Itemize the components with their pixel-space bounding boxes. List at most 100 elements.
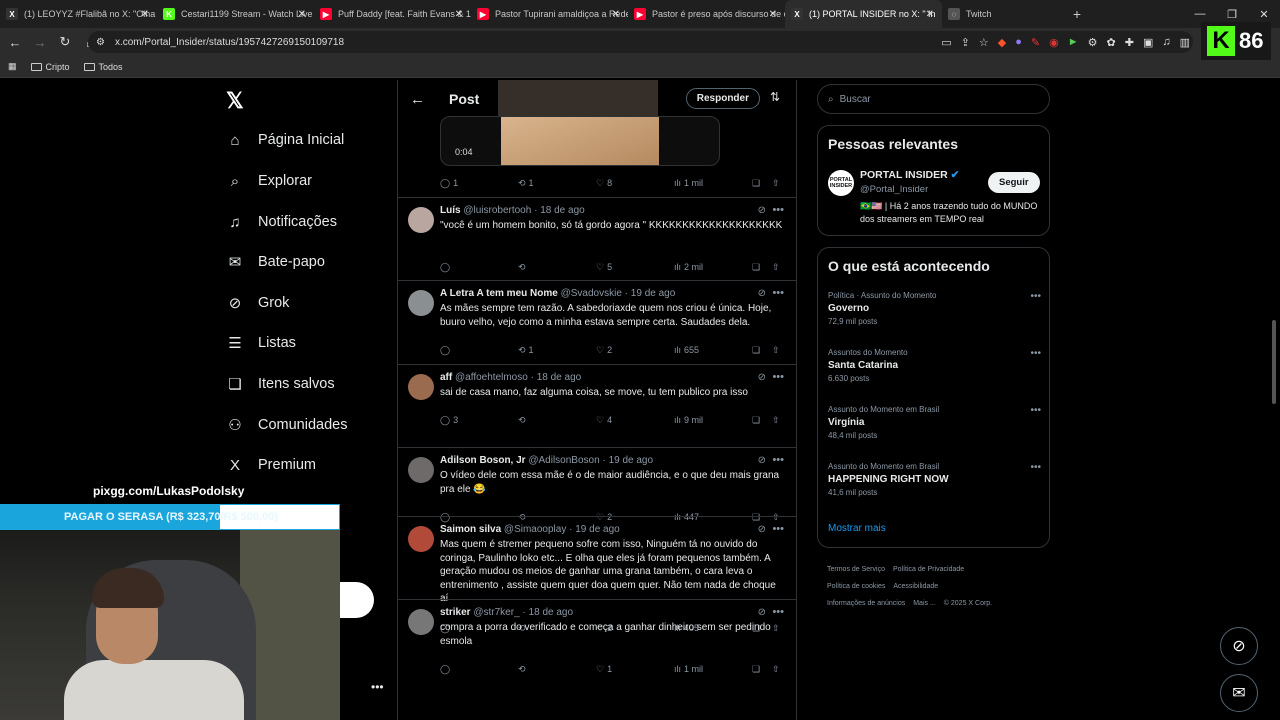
reply-action[interactable]: ◯ — [440, 345, 453, 356]
like-action[interactable]: ♡ 2 — [596, 345, 612, 356]
video-player[interactable]: 0:04 — [440, 116, 720, 166]
tab-close-icon[interactable]: ✕ — [141, 9, 149, 20]
more-icon[interactable]: ••• — [1030, 348, 1041, 359]
reload-icon[interactable]: ↻ — [55, 34, 75, 50]
footer-link[interactable]: Mais ... — [913, 600, 936, 607]
nav-chat[interactable]: ✉ Bate-papo — [226, 253, 325, 271]
repost-action[interactable]: ⟲ — [518, 262, 529, 273]
reply-action[interactable]: ◯ 1 — [440, 178, 458, 189]
cast-icon[interactable]: ▭ — [941, 36, 951, 49]
bookmark-folder[interactable]: Todos — [83, 62, 123, 72]
bookmark-icon[interactable]: ❏ — [752, 345, 760, 356]
extension-icon[interactable]: ◉ — [1049, 36, 1059, 49]
browser-tab[interactable]: ▶ Puff Daddy [feat. Faith Evans & 112] ✕ — [314, 0, 471, 28]
tab-close-icon[interactable]: ✕ — [455, 9, 463, 20]
nav-communities[interactable]: ⚇ Comunidades — [226, 416, 347, 434]
grok-icon[interactable]: ⊘ — [758, 205, 766, 216]
author-name[interactable]: Saimon silva — [440, 524, 501, 535]
bookmark-icon[interactable]: ❏ — [752, 664, 760, 675]
tweet-date[interactable]: 19 de ago — [575, 524, 620, 535]
browser-tab[interactable]: ◌ Twitch — [942, 0, 1062, 28]
nav-lists[interactable]: ☰ Listas — [226, 334, 296, 352]
music-icon[interactable]: ♫ — [1162, 36, 1170, 48]
more-icon[interactable]: ••• — [772, 204, 784, 216]
puzzle-icon[interactable]: ✚ — [1125, 36, 1134, 49]
views-action[interactable]: ılı 9 mil — [674, 415, 703, 425]
avatar[interactable] — [408, 207, 434, 233]
reply-tweet[interactable]: Adilson Boson, Jr @AdilsonBoson · 19 de … — [398, 447, 796, 522]
extension-icon[interactable]: ✎ — [1031, 36, 1040, 49]
share-icon[interactable]: ⇧ — [772, 664, 780, 675]
repost-action[interactable]: ⟲ 1 — [518, 178, 534, 189]
nav-grok[interactable]: ⊘ Grok — [226, 294, 290, 312]
x-logo[interactable]: 𝕏 — [226, 88, 244, 114]
views-action[interactable]: ılı 1 mil — [674, 664, 703, 674]
more-icon[interactable]: ••• — [772, 523, 784, 535]
extension-icon[interactable]: ► — [1068, 36, 1079, 48]
more-icon[interactable]: ••• — [1030, 291, 1041, 302]
author-name[interactable]: aff — [440, 372, 452, 383]
avatar[interactable] — [408, 609, 434, 635]
repost-action[interactable]: ⟲ — [518, 415, 529, 426]
tab-close-icon[interactable]: ✕ — [298, 9, 306, 20]
like-action[interactable]: ♡ 8 — [596, 178, 612, 189]
trend-item[interactable]: Assuntos do Momento Santa Catarina 6.630 p… — [828, 348, 1043, 383]
reply-action[interactable]: ◯ 3 — [440, 415, 458, 426]
extension-icon[interactable]: ⚙ — [1088, 36, 1098, 49]
views-action[interactable]: ılı 1 mil — [674, 178, 703, 188]
bookmark-icon[interactable]: ❏ — [752, 415, 760, 426]
follow-button[interactable]: Seguir — [988, 172, 1040, 193]
browser-tab[interactable]: X (1) LEOYYZ #Flalibã no X: "Olha esse✕ — [0, 0, 157, 28]
bookmark-icon[interactable]: ❏ — [752, 178, 760, 189]
close-window-icon[interactable]: ✕ — [1248, 8, 1280, 21]
tweet-date[interactable]: 18 de ago — [529, 607, 574, 618]
nav-explore[interactable]: ⌕ Explorar — [226, 172, 312, 190]
repost-action[interactable]: ⟲ — [518, 664, 529, 675]
grok-icon[interactable]: ⊘ — [758, 607, 766, 618]
author-name[interactable]: A Letra A tem meu Nome — [440, 288, 558, 299]
grok-icon[interactable]: ⊘ — [758, 288, 766, 299]
like-action[interactable]: ♡ 5 — [596, 262, 612, 273]
reply-tweet[interactable]: Saimon silva @Simaooplay · 19 de ago ⊘ •… — [398, 516, 796, 633]
nav-notifications[interactable]: ♫ Notificações — [226, 213, 337, 231]
sidepanel-icon[interactable]: ▣ — [1143, 36, 1153, 49]
apps-icon[interactable]: ▦ — [8, 61, 17, 72]
grok-icon[interactable]: ⊘ — [758, 372, 766, 383]
account-more-icon[interactable]: ••• — [371, 680, 384, 694]
footer-link[interactable]: Termos de Serviço — [827, 566, 885, 573]
browser-tab[interactable]: ▶ Pastor Tupirani amaldiçoa a Rede Gl ✕ — [471, 0, 628, 28]
like-action[interactable]: ♡ 1 — [596, 664, 612, 675]
forward-icon[interactable]: → — [30, 35, 50, 50]
author-name[interactable]: Luís — [440, 205, 461, 216]
trend-item[interactable]: Política · Assunto do Momento Governo 72,9… — [828, 291, 1043, 326]
trend-item[interactable]: Assunto do Momento em Brasil Virgínia 48,4… — [828, 405, 1043, 440]
back-icon[interactable]: ← — [5, 35, 25, 50]
tab-close-icon[interactable]: ✕ — [926, 9, 934, 20]
more-icon[interactable]: ••• — [772, 606, 784, 618]
grok-fab-icon[interactable]: ⊘ — [1220, 627, 1258, 665]
back-arrow-icon[interactable]: ← — [410, 91, 425, 108]
brave-shield-icon[interactable]: ◆ — [998, 36, 1006, 49]
site-info-icon[interactable]: ⚙ — [96, 37, 105, 48]
messages-fab-icon[interactable]: ✉ — [1220, 674, 1258, 712]
minimize-icon[interactable]: — — [1184, 8, 1216, 20]
tab-close-icon[interactable]: ✕ — [612, 9, 620, 20]
browser-tab[interactable]: ▶ Pastor é preso após discurso de ódi ✕ — [628, 0, 785, 28]
footer-link[interactable]: Política de Privacidade — [893, 566, 964, 573]
repost-action[interactable]: ⟲ 1 — [518, 345, 534, 356]
show-more-link[interactable]: Mostrar mais — [828, 523, 886, 534]
more-icon[interactable]: ••• — [772, 371, 784, 383]
tweet-date[interactable]: 19 de ago — [631, 288, 676, 299]
avatar[interactable] — [408, 526, 434, 552]
nav-bookmarks[interactable]: ❏ Itens salvos — [226, 375, 334, 393]
nav-premium[interactable]: X Premium — [226, 456, 316, 474]
extension-icon[interactable]: ✿ — [1107, 36, 1116, 49]
new-tab-icon[interactable]: + — [1062, 6, 1092, 22]
reply-tweet[interactable]: Luís @luisrobertooh · 18 de ago ⊘ ••• "v… — [398, 197, 796, 280]
avatar[interactable] — [408, 290, 434, 316]
share-icon[interactable]: ⇧ — [772, 345, 780, 356]
footer-link[interactable]: Política de cookies — [827, 583, 885, 590]
tweet-date[interactable]: 19 de ago — [609, 455, 654, 466]
share-icon[interactable]: ⇪ — [961, 36, 970, 49]
tweet-date[interactable]: 18 de ago — [537, 372, 582, 383]
